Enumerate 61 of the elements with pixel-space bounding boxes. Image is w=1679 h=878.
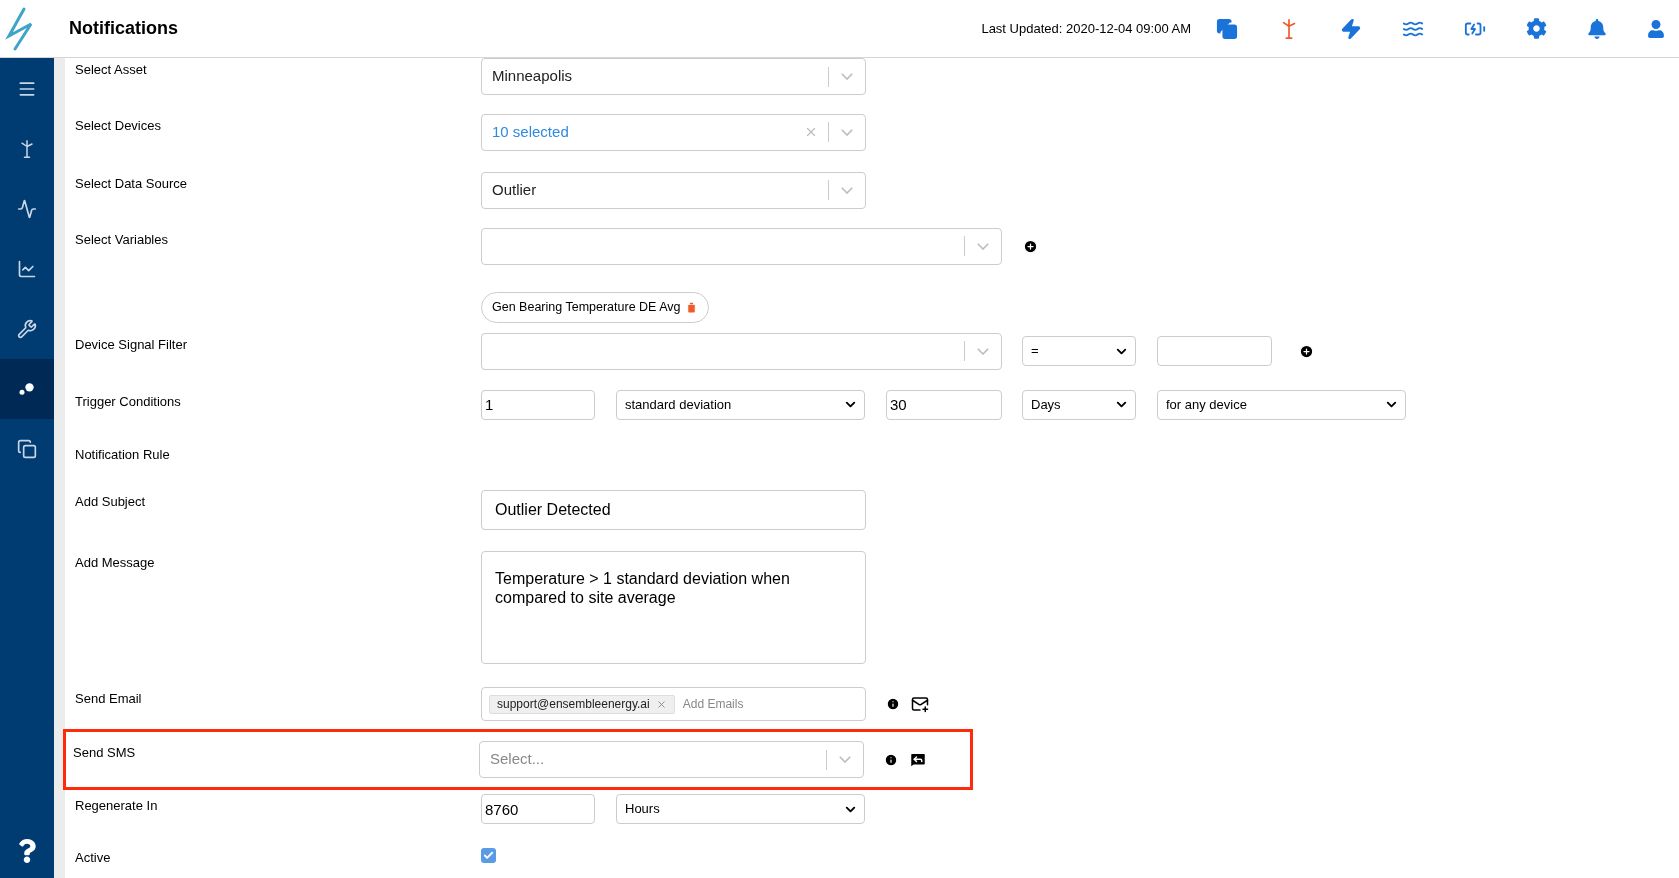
email-tag[interactable]: support@ensembleenergy.ai: [489, 694, 675, 714]
field-label: Device Signal Filter: [75, 335, 188, 354]
logo-icon: [5, 5, 35, 52]
menu-icon: [17, 79, 37, 99]
notifications-icon[interactable]: [1587, 18, 1607, 39]
add-icon[interactable]: [1023, 238, 1038, 254]
period-input[interactable]: 30: [886, 389, 1002, 420]
select-field[interactable]: Minneapolis: [481, 58, 866, 95]
field-label: Add Message: [75, 554, 156, 573]
page-title: Notifications: [69, 17, 178, 40]
field-label: Send SMS: [73, 744, 137, 763]
chevron-icon: [841, 128, 853, 136]
add-icon[interactable]: [1299, 343, 1314, 359]
unit-select[interactable]: Days: [1022, 389, 1136, 420]
subject-input[interactable]: Outlier Detected: [481, 490, 866, 531]
regenerate-unit-select[interactable]: Hours: [616, 794, 865, 825]
field-label: Active: [75, 849, 112, 868]
field-label: Select Asset: [75, 61, 148, 79]
measure-select[interactable]: standard deviation: [616, 389, 865, 420]
field-label: Select Variables: [75, 230, 169, 249]
last-updated: Last Updated: 2020-12-04 09:00 AM: [981, 19, 1191, 38]
count-input[interactable]: 1: [481, 389, 595, 420]
field-label: Notification Rule: [75, 445, 171, 464]
info-icon[interactable]: [884, 752, 898, 767]
settings-icon[interactable]: [1526, 18, 1547, 39]
wrench-icon: [17, 319, 37, 339]
check-icon: [483, 850, 494, 862]
chevron-icon: [977, 347, 989, 355]
field-label: Select Data Source: [75, 174, 188, 193]
chip-label: Gen Bearing Temperature DE Avg: [492, 298, 681, 316]
field-label: Select Devices: [75, 116, 162, 135]
sidebar-item[interactable]: [0, 359, 54, 419]
email-tag-label: support@ensembleenergy.ai: [497, 696, 650, 714]
documents-icon[interactable]: [1216, 17, 1238, 40]
line-chart-icon: [17, 259, 37, 279]
multi-select-field[interactable]: 10 selected: [481, 113, 866, 151]
chevron-icon: [841, 73, 853, 80]
scope-select[interactable]: for any device: [1157, 389, 1406, 420]
regenerate-input[interactable]: 8760: [481, 794, 595, 825]
filter-value-input[interactable]: [1157, 336, 1272, 367]
mail-add-icon[interactable]: [911, 695, 929, 714]
email-field[interactable]: support@ensembleenergy.ai Add Emails: [481, 687, 866, 722]
field-label: Add Subject: [75, 493, 147, 512]
chevron-icon: [839, 756, 851, 764]
field-label: Trigger Conditions: [75, 392, 182, 411]
chevron-icon: [841, 186, 853, 194]
select-field[interactable]: Outlier: [481, 171, 866, 209]
email-placeholder: Add Emails: [682, 696, 744, 714]
chevron-icon: [977, 242, 989, 250]
sms-select[interactable]: Select...: [479, 741, 864, 779]
active-checkbox[interactable]: [481, 848, 496, 864]
operator-select[interactable]: =: [1022, 336, 1136, 367]
trash-icon[interactable]: [684, 300, 698, 314]
user-icon[interactable]: [1647, 19, 1665, 38]
remove-icon[interactable]: [655, 698, 667, 710]
help-icon[interactable]: [18, 838, 36, 863]
field-label: Send Email: [75, 690, 143, 709]
pulse-icon: [17, 199, 37, 219]
field-label: Regenerate In: [75, 797, 159, 816]
message-textarea[interactable]: Temperature > 1 standard deviation when compared to site average: [481, 551, 866, 665]
info-icon[interactable]: [886, 697, 900, 712]
